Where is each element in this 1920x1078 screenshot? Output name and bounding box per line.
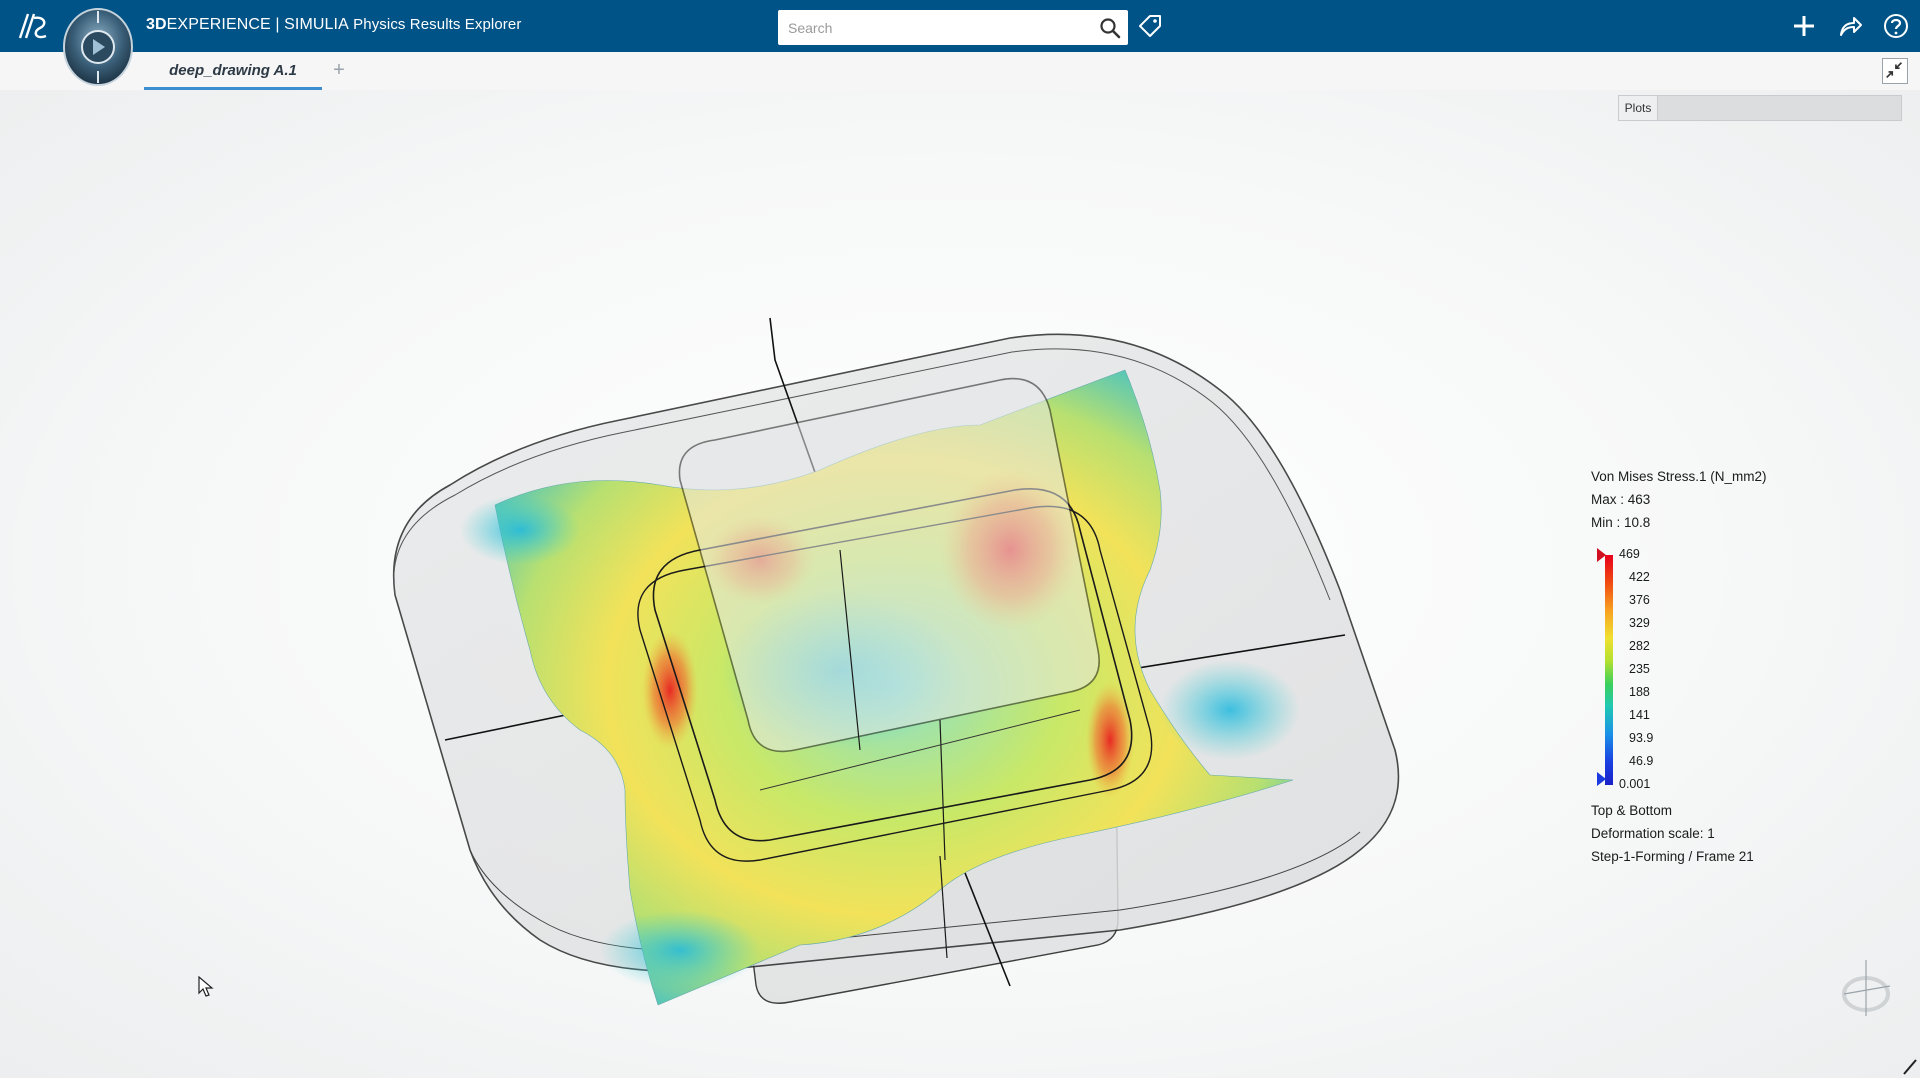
color-scale-bar	[1605, 555, 1613, 785]
add-tab-button[interactable]: +	[331, 58, 347, 82]
legend-tick: 282	[1629, 639, 1650, 653]
legend-info-deformation: Deformation scale: 1	[1591, 826, 1715, 841]
min-marker-icon[interactable]	[1597, 772, 1606, 786]
legend-tick: 422	[1629, 570, 1650, 584]
search-icon[interactable]	[1098, 16, 1122, 40]
legend-tick: 93.9	[1629, 731, 1654, 745]
app-title: 3DEXPERIENCE | SIMULIA Physics Results E…	[146, 16, 521, 34]
tag-icon[interactable]	[1136, 12, 1164, 40]
collapse-icon	[1886, 62, 1903, 79]
collapse-button[interactable]	[1882, 58, 1908, 84]
search-box	[778, 10, 1128, 45]
stress-legend: Von Mises Stress.1 (N_mm2) Max : 463 Min…	[1591, 469, 1851, 869]
top-bar: 3DEXPERIENCE | SIMULIA Physics Results E…	[0, 0, 1920, 52]
plots-button[interactable]: Plots	[1619, 96, 1658, 120]
legend-tick: 188	[1629, 685, 1650, 699]
legend-info-display: Top & Bottom	[1591, 803, 1673, 818]
legend-tick: 329	[1629, 616, 1650, 630]
axis-triad-icon[interactable]	[1836, 956, 1896, 1020]
legend-max: Max : 463	[1591, 492, 1651, 507]
legend-tick: 46.9	[1629, 754, 1654, 768]
tab-deep-drawing[interactable]: deep_drawing A.1	[144, 52, 322, 90]
legend-tick: 141	[1629, 708, 1650, 722]
legend-tick: 235	[1629, 662, 1650, 676]
app-name: Physics Results Explorer	[348, 16, 522, 33]
plus-icon[interactable]	[1790, 12, 1818, 40]
tab-label: deep_drawing A.1	[169, 62, 297, 79]
product-name: SIMULIA	[284, 16, 349, 33]
help-icon[interactable]	[1882, 12, 1910, 40]
legend-info-step: Step-1-Forming / Frame 21	[1591, 849, 1754, 864]
legend-title: Von Mises Stress.1 (N_mm2)	[1591, 469, 1767, 484]
resize-handle-icon[interactable]	[1900, 1058, 1918, 1076]
compass-icon[interactable]	[62, 3, 134, 87]
plots-panel: Plots	[1618, 95, 1902, 121]
legend-min: Min : 10.8	[1591, 515, 1651, 530]
share-icon[interactable]	[1836, 12, 1864, 40]
ds-logo-icon[interactable]	[14, 8, 50, 44]
legend-tick: 376	[1629, 593, 1650, 607]
legend-tick: 469	[1619, 547, 1640, 561]
search-input[interactable]	[778, 10, 1098, 45]
mouse-cursor-icon	[198, 976, 214, 997]
top-right-actions	[1790, 12, 1910, 40]
brand-bold: 3D	[146, 16, 167, 33]
title-separator: |	[270, 16, 285, 33]
brand-rest: EXPERIENCE	[166, 16, 271, 33]
legend-tick: 0.001	[1619, 777, 1651, 791]
